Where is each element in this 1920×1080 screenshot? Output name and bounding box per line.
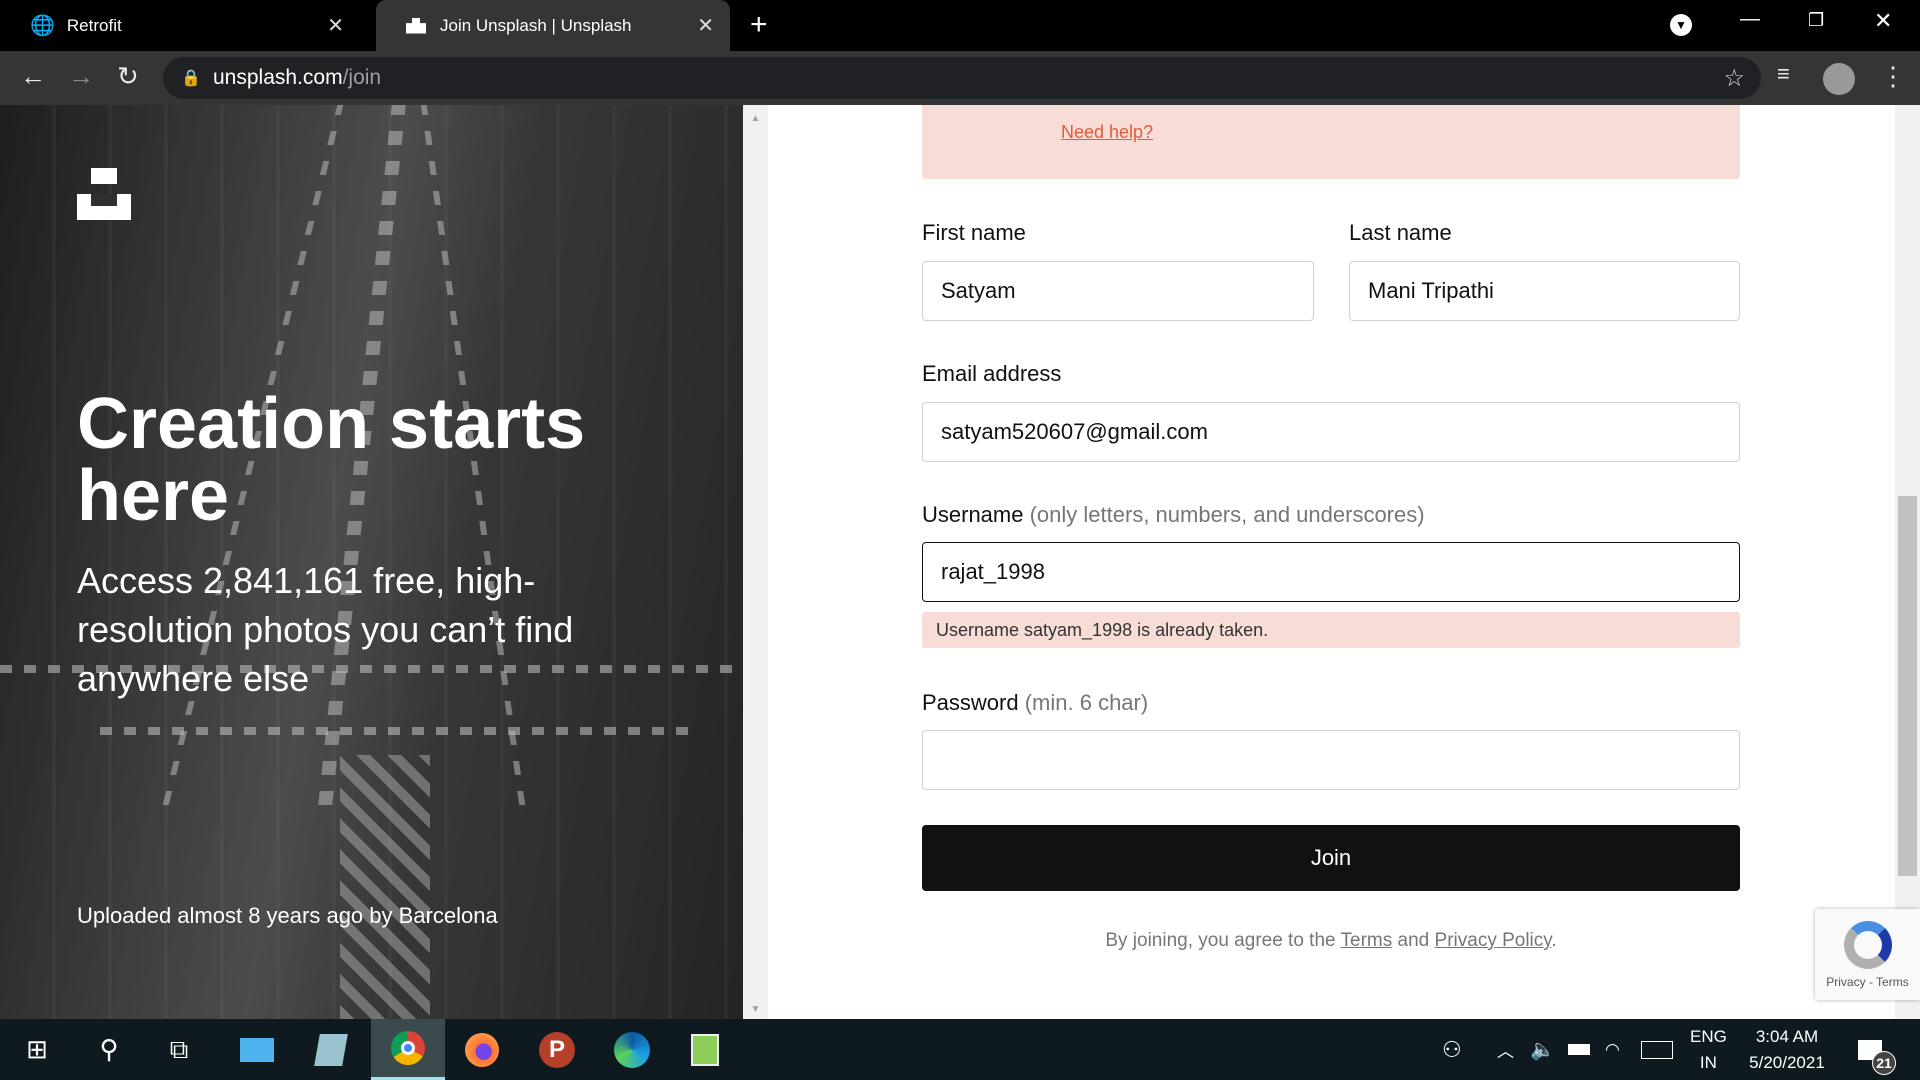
- lock-icon: 🔒: [181, 70, 201, 87]
- chrome-icon[interactable]: [371, 1019, 445, 1080]
- last-name-input[interactable]: Mani Tripathi: [1349, 261, 1740, 321]
- password-label: Password (min. 6 char): [922, 690, 1148, 716]
- terms-suffix: .: [1551, 930, 1557, 951]
- scrollbar-thumb[interactable]: [1898, 496, 1917, 876]
- privacy-policy-link[interactable]: Privacy Policy: [1435, 930, 1552, 951]
- people-icon[interactable]: ⚇: [1442, 1019, 1462, 1080]
- email-input[interactable]: satyam520607@gmail.com: [922, 402, 1740, 462]
- touch-keyboard-icon[interactable]: [1641, 1019, 1673, 1080]
- task-view-icon[interactable]: ⧉: [142, 1019, 216, 1080]
- email-label: Email address: [922, 361, 1062, 386]
- search-icon[interactable]: ⚲: [72, 1019, 146, 1080]
- username-label: Username (only letters, numbers, and und…: [922, 502, 1425, 528]
- tab-title: Retrofit: [66, 15, 122, 35]
- region-code: IN: [1699, 1052, 1717, 1072]
- left-scrollbar[interactable]: ▲ ▼: [743, 105, 768, 1019]
- show-hidden-icons[interactable]: ︿: [1497, 1019, 1514, 1080]
- address-bar[interactable]: 🔒 unsplash.com/join ☆: [163, 57, 1761, 99]
- unsplash-logo[interactable]: [77, 168, 131, 220]
- back-icon[interactable]: ←: [20, 61, 46, 92]
- url-path: /join: [342, 66, 382, 89]
- psiphon-icon[interactable]: P: [520, 1019, 594, 1080]
- first-name-input[interactable]: Satyam: [922, 261, 1314, 321]
- username-hint: (only letters, numbers, and underscores): [1029, 502, 1425, 527]
- clock-date: 5/20/2021: [1749, 1052, 1825, 1072]
- recaptcha-links[interactable]: Privacy - Terms: [1826, 975, 1908, 989]
- lang-code: ENG: [1690, 1026, 1727, 1046]
- volume-icon[interactable]: 🔈: [1530, 1019, 1555, 1080]
- close-tab-icon[interactable]: ✕: [327, 13, 344, 38]
- clock-time: 3:04 AM: [1755, 1026, 1819, 1046]
- close-window-button[interactable]: ✕: [1874, 8, 1892, 34]
- wifi-icon[interactable]: ◠: [1605, 1019, 1620, 1080]
- hero-subtitle: Access 2,841,161 free, high-resolution p…: [77, 560, 574, 699]
- terms-link[interactable]: Terms: [1341, 930, 1393, 951]
- last-name-label: Last name: [1349, 220, 1452, 245]
- close-tab-icon[interactable]: ✕: [697, 13, 714, 38]
- hero-headline: Creation starts here: [77, 384, 586, 536]
- menu-icon[interactable]: ⋮: [1880, 61, 1906, 92]
- tab-title: Join Unsplash | Unsplash: [440, 15, 632, 35]
- terms-prefix: By joining, you agree to the: [1105, 930, 1336, 951]
- terms-and: and: [1397, 930, 1430, 951]
- terms-text: By joining, you agree to the Terms and P…: [922, 930, 1740, 952]
- action-center-icon[interactable]: 21: [1858, 1019, 1896, 1080]
- tab-retrofit[interactable]: 🌐 Retrofit ✕: [0, 0, 360, 51]
- password-hint: (min. 6 char): [1024, 690, 1149, 715]
- unsplash-icon: [406, 17, 426, 34]
- this-pc-icon[interactable]: [220, 1019, 294, 1080]
- tab-search-icon[interactable]: ▼: [1670, 14, 1692, 36]
- error-banner: [922, 105, 1740, 179]
- battery-icon[interactable]: [1568, 1019, 1590, 1080]
- language-indicator[interactable]: ENG IN: [1690, 1019, 1727, 1080]
- tab-join-unsplash[interactable]: Join Unsplash | Unsplash ✕: [376, 0, 730, 51]
- recaptcha-badge[interactable]: Privacy - Terms: [1815, 909, 1920, 1000]
- clock[interactable]: 3:04 AM 5/20/2021: [1745, 1019, 1829, 1080]
- url-host: unsplash.com: [213, 66, 343, 89]
- notepad-icon[interactable]: [294, 1019, 368, 1080]
- reload-icon[interactable]: ↻: [117, 61, 139, 92]
- join-button[interactable]: Join: [922, 825, 1740, 891]
- need-help-link[interactable]: Need help?: [1061, 122, 1153, 143]
- password-label-text: Password: [922, 690, 1019, 715]
- forward-icon[interactable]: →: [68, 61, 94, 92]
- firefox-icon[interactable]: [445, 1019, 519, 1080]
- username-input[interactable]: rajat_1998: [922, 542, 1740, 602]
- first-name-label: First name: [922, 220, 1026, 245]
- username-label-text: Username: [922, 502, 1024, 527]
- notification-count: 21: [1872, 1051, 1896, 1075]
- minimize-button[interactable]: —: [1740, 8, 1760, 31]
- password-input[interactable]: [922, 730, 1740, 790]
- recaptcha-icon: [1843, 921, 1892, 969]
- username-error: Username satyam_1998 is already taken.: [922, 612, 1740, 648]
- windows-start-icon[interactable]: ⊞: [0, 1019, 74, 1080]
- restore-button[interactable]: ❐: [1808, 10, 1824, 31]
- bookmark-star-icon[interactable]: ☆: [1723, 64, 1745, 93]
- new-tab-button[interactable]: +: [750, 8, 768, 42]
- edge-icon[interactable]: [595, 1019, 669, 1080]
- profile-avatar[interactable]: [1823, 63, 1855, 95]
- reading-list-icon[interactable]: ≡: [1777, 61, 1790, 87]
- globe-icon: 🌐: [30, 15, 55, 37]
- photo-credit[interactable]: Uploaded almost 8 years ago by Barcelona: [77, 903, 498, 929]
- notepad-plus-plus-icon[interactable]: [668, 1019, 742, 1080]
